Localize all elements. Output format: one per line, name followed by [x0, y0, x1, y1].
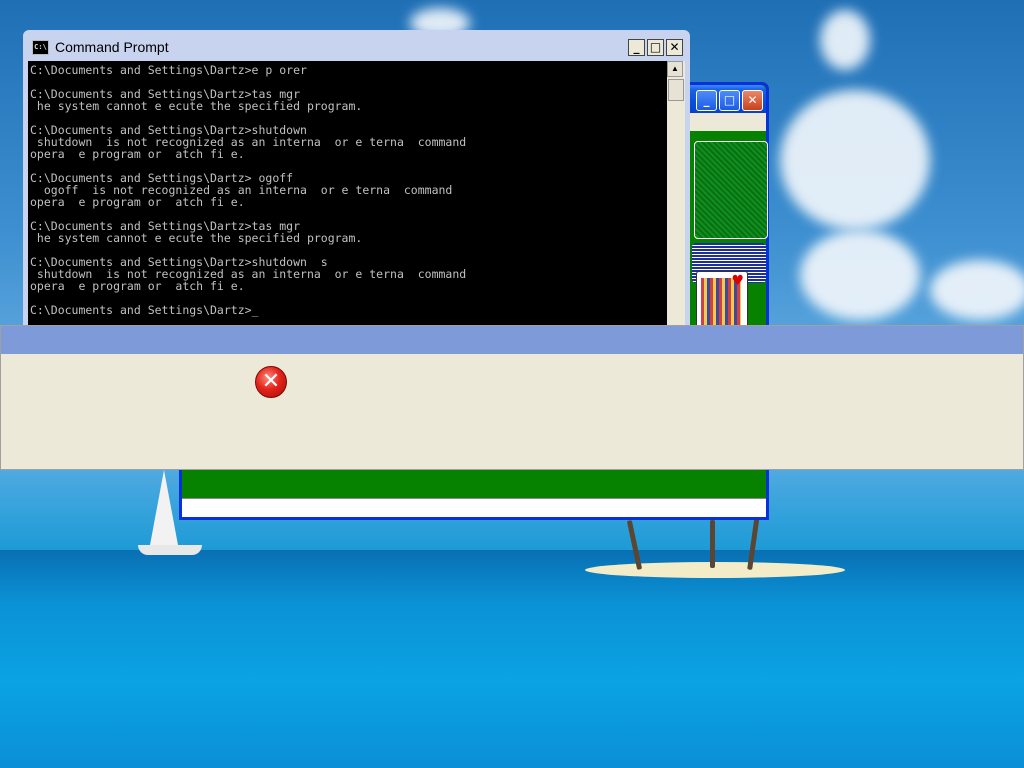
error-icon: ✕ — [255, 366, 287, 398]
maximize-button[interactable]: □ — [719, 90, 740, 111]
sea — [0, 550, 1024, 768]
island — [585, 562, 845, 578]
console-line: C:\Documents and Settings\Dartz>_ — [30, 303, 259, 317]
console-output[interactable]: C:\Documents and Settings\Dartz>e p orer… — [28, 61, 668, 327]
window-title: Command Prompt — [55, 39, 169, 55]
solitaire-window-controls: _ □ ✕ — [694, 90, 763, 111]
heart-icon: ♥ — [731, 273, 744, 289]
close-button[interactable]: ✕ — [742, 90, 763, 111]
console-line: opera e program or atch fi e. — [30, 195, 245, 209]
palm-tree — [710, 520, 715, 568]
console-line: C:\Documents and Settings\Dartz>e p orer — [30, 63, 307, 77]
vertical-scrollbar[interactable]: ▲ — [667, 61, 685, 327]
solitaire-status-bar — [182, 498, 766, 517]
error-dialog: ✕ — [0, 325, 1024, 470]
error-dialog-titlebar[interactable] — [1, 326, 1023, 354]
minimize-button[interactable]: _ — [628, 38, 645, 56]
cloud — [930, 260, 1024, 320]
console-line: he system cannot e ecute the specified p… — [30, 231, 363, 245]
sailboat-hull — [138, 545, 202, 555]
cloud — [800, 230, 920, 320]
minimize-button[interactable]: _ — [696, 90, 717, 111]
scroll-up-arrow-icon[interactable]: ▲ — [667, 61, 683, 77]
scroll-thumb[interactable] — [668, 79, 684, 101]
maximize-button[interactable]: □ — [647, 38, 664, 56]
console-line: opera e program or atch fi e. — [30, 147, 245, 161]
close-button[interactable]: ✕ — [666, 38, 683, 56]
console-icon: C:\ — [32, 39, 49, 55]
command-prompt-window[interactable]: C:\ Command Prompt _ □ ✕ C:\Documents an… — [23, 30, 690, 330]
sailboat-sail — [150, 470, 178, 545]
cloud — [780, 90, 930, 230]
console-line: he system cannot e ecute the specified p… — [30, 99, 363, 113]
command-prompt-titlebar[interactable]: C:\ Command Prompt _ □ ✕ — [26, 33, 687, 61]
cloud — [820, 10, 870, 70]
foundation-slot[interactable] — [694, 141, 768, 239]
console-line: opera e program or atch fi e. — [30, 279, 245, 293]
